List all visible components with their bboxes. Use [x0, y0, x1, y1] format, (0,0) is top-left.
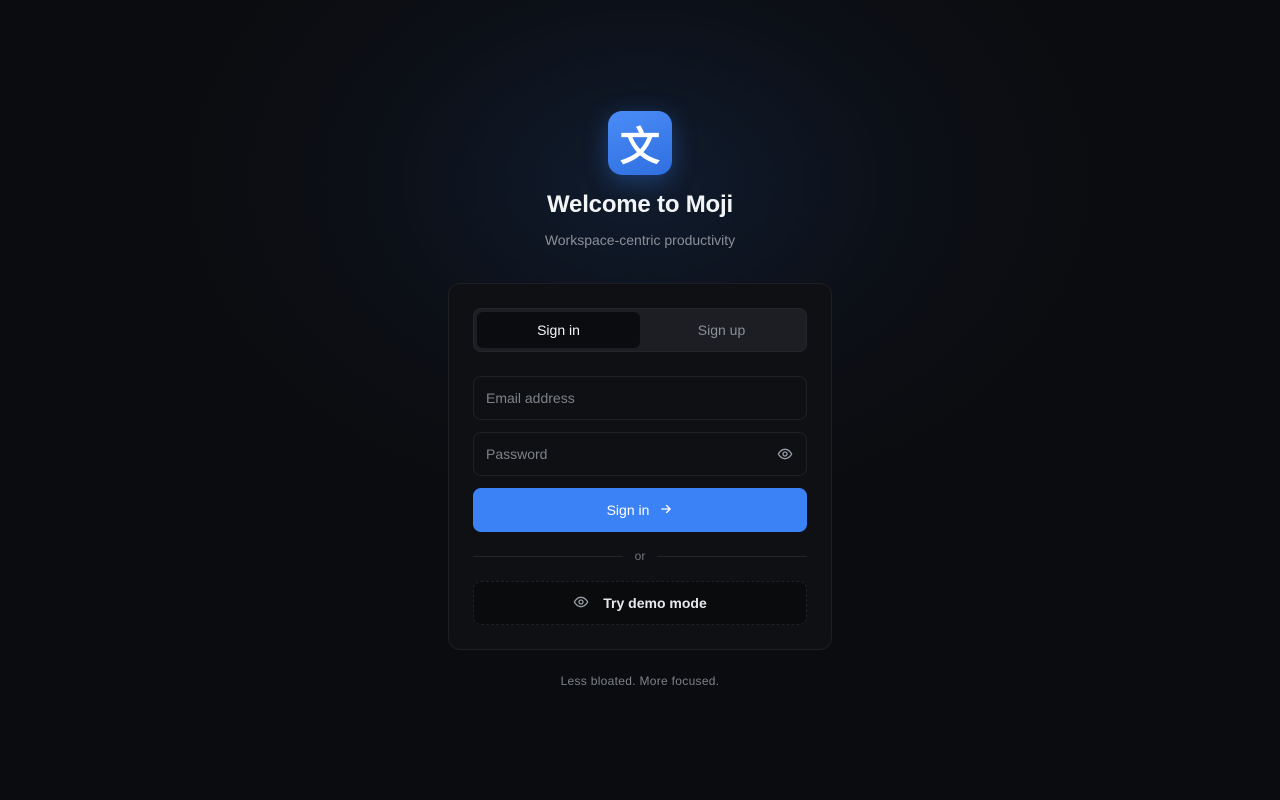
tab-sign-in[interactable]: Sign in — [477, 312, 640, 348]
divider-text: or — [634, 549, 646, 563]
sign-in-button-label: Sign in — [606, 502, 650, 518]
logo-glyph: 文 — [620, 124, 660, 170]
email-input[interactable] — [486, 390, 794, 406]
divider-line-left — [473, 555, 623, 557]
password-input[interactable] — [486, 446, 776, 462]
email-field — [473, 376, 807, 420]
auth-card: Sign in Sign up Sign in or — [448, 283, 832, 650]
show-password-eye-icon[interactable] — [776, 445, 794, 463]
page-subtitle: Workspace-centric productivity — [544, 232, 736, 248]
tab-sign-up[interactable]: Sign up — [640, 312, 803, 348]
divider-line-right — [657, 555, 808, 557]
auth-tabs: Sign in Sign up — [473, 308, 807, 352]
arrow-right-icon — [659, 502, 673, 519]
try-demo-button[interactable]: Try demo mode — [473, 581, 807, 625]
password-field — [473, 432, 807, 476]
try-demo-label: Try demo mode — [603, 595, 707, 611]
eye-icon — [573, 594, 589, 613]
moji-logo: 文 — [608, 111, 672, 175]
sign-in-button[interactable]: Sign in — [473, 488, 807, 532]
footer-tagline: Less bloated. More focused. — [560, 674, 720, 688]
page-title: Welcome to Moji — [547, 191, 733, 218]
or-divider: or — [473, 548, 808, 564]
